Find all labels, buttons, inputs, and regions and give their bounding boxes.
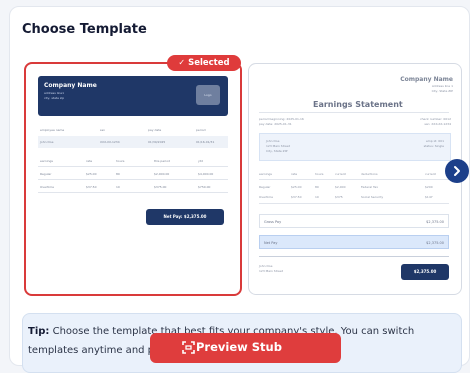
- template-card-modern[interactable]: Company Name Address line 1 City, State …: [248, 63, 462, 295]
- preview-stub-label: Preview Stub: [196, 340, 282, 354]
- gross-pay-label: Gross Pay: [264, 220, 282, 224]
- info-header: pay date: [148, 128, 162, 132]
- info-value: 01/16-01/31: [196, 140, 215, 144]
- net-pay-row: Net Pay $2,375.00: [259, 235, 449, 249]
- earn-cell: $750.00: [198, 185, 211, 189]
- table-cell: 80: [315, 185, 319, 189]
- table-header: current: [425, 172, 436, 176]
- earn-cell: $2,000.00: [154, 172, 170, 176]
- table-cell: Social Security: [361, 195, 384, 199]
- company-address-line1: address line1: [44, 91, 65, 95]
- company-address-line2: city, state zip: [44, 96, 65, 100]
- earn-cell: $375.00: [154, 185, 167, 189]
- earn-header: earnings: [40, 159, 53, 163]
- footer-line: 123 Main Street: [259, 269, 283, 273]
- gross-pay-row: Gross Pay $2,375.00: [259, 214, 449, 228]
- gross-pay-value: $2,375.00: [426, 220, 444, 224]
- info-header: ssn: [100, 128, 106, 132]
- earn-cell: $25.00: [86, 172, 97, 176]
- table-cell: Federal Tax: [361, 185, 378, 189]
- table-cell: $375: [335, 195, 343, 199]
- template-card-classic[interactable]: Company Name address line1 city, state z…: [24, 62, 242, 296]
- divider: [259, 203, 449, 204]
- preview-icon: [182, 341, 195, 354]
- info-value: XXX-XX-1234: [100, 140, 120, 144]
- info-header: period: [196, 128, 206, 132]
- divider: [38, 192, 228, 193]
- footer-line: John Doe: [259, 264, 273, 268]
- table-header: deductions: [361, 172, 378, 176]
- info-value: John Doe: [40, 140, 54, 144]
- table-cell: $25.00: [291, 185, 302, 189]
- net-pay-label: Net Pay: [264, 241, 278, 245]
- earn-header: rate: [86, 159, 93, 163]
- divider: [259, 256, 449, 257]
- table-cell: $37.50: [291, 195, 302, 199]
- meta-text: period beginning: 2025-01-16: [259, 117, 304, 121]
- table-header: rate: [291, 172, 298, 176]
- table-cell: $147: [425, 195, 433, 199]
- info-header: employee name: [40, 128, 65, 132]
- selected-badge: ✓ Selected: [167, 55, 241, 71]
- earn-header: hours: [116, 159, 125, 163]
- logo-placeholder: Logo: [196, 85, 220, 105]
- table-cell: $2,000: [335, 185, 346, 189]
- preview-stub-button[interactable]: Preview Stub: [150, 333, 341, 363]
- employee-box: John Doe 123 Main Street City, State ZIP…: [259, 133, 451, 161]
- table-cell: Overtime: [259, 195, 273, 199]
- info-value: 01/30/2025: [148, 140, 166, 144]
- meta-text: ssn: XXX-XX-1234: [424, 122, 451, 126]
- earn-cell: $37.50: [86, 185, 97, 189]
- earn-header: ytd: [198, 159, 203, 163]
- net-pay-value: $2,375.00: [426, 241, 444, 245]
- company-name: Company Name: [44, 82, 97, 89]
- divider: [259, 179, 449, 180]
- table-cell: $200: [425, 185, 433, 189]
- earn-cell: 80: [116, 172, 120, 176]
- divider: [259, 112, 449, 113]
- check-icon: ✓: [178, 58, 186, 67]
- template-header-band: Company Name address line1 city, state z…: [38, 76, 228, 116]
- section-title: Choose Template: [22, 22, 147, 37]
- earn-cell: $4,000.00: [198, 172, 214, 176]
- employee-line: John Doe: [266, 139, 280, 143]
- meta-text: pay date: 2025-01-31: [259, 122, 292, 126]
- company-name: Company Name: [400, 76, 453, 83]
- next-template-button[interactable]: [445, 159, 469, 183]
- table-cell: Regular: [259, 185, 271, 189]
- employee-line: 123 Main Street: [266, 144, 290, 148]
- statement-heading: Earnings Statement: [313, 100, 403, 109]
- earn-cell: Overtime: [40, 185, 54, 189]
- employee-meta: emp id: 001: [425, 139, 444, 143]
- divider: [38, 179, 228, 180]
- net-pay-badge: $2,375.00: [401, 264, 449, 280]
- company-address-line1: Address line 1: [431, 84, 453, 88]
- table-cell: 10: [315, 195, 319, 199]
- table-header: hours: [315, 172, 324, 176]
- table-header: current: [335, 172, 346, 176]
- employee-line: City, State ZIP: [266, 149, 288, 153]
- earn-cell: Regular: [40, 172, 52, 176]
- table-header: earnings: [259, 172, 272, 176]
- earn-cell: 10: [116, 185, 120, 189]
- company-address-line2: City, State ZIP: [431, 89, 453, 93]
- employee-meta: status: Single: [423, 144, 444, 148]
- meta-text: check number: 0012: [420, 117, 451, 121]
- divider: [38, 166, 228, 167]
- earn-header: this period: [154, 159, 170, 163]
- chevron-right-icon: [454, 166, 460, 176]
- net-pay-box: Net Pay: $2,375.00: [146, 209, 224, 225]
